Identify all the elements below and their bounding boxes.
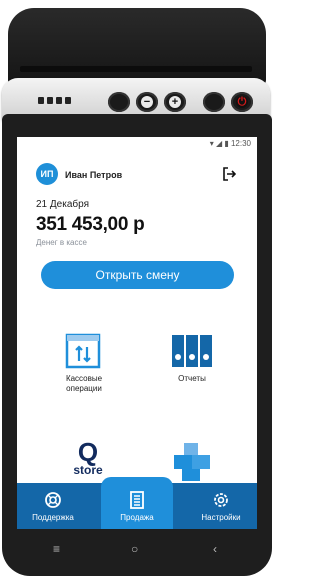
pos-terminal: − + ⏻ ▾ ◢ ▮ 12:30 ИП Иван Петров 21 Дека… [0, 0, 273, 576]
power-button[interactable]: ⏻ [231, 92, 253, 112]
open-shift-button[interactable]: Открыть смену [41, 261, 234, 289]
support-lifebuoy-icon [45, 492, 61, 508]
nav-support[interactable]: Поддержка [17, 483, 89, 529]
balance-amount: 351 453,00 р [36, 214, 145, 235]
bottom-navigation: Поддержка Продажа Настройки [17, 477, 257, 529]
nav-settings[interactable]: Настройки [185, 483, 257, 529]
reports-binders-icon [172, 335, 212, 367]
battery-icon: ▮ [224, 139, 229, 148]
logout-icon[interactable] [222, 167, 237, 181]
user-name: Иван Петров [65, 170, 123, 180]
nav-settings-label: Настройки [201, 513, 241, 522]
volume-up-button[interactable]: + [164, 92, 186, 112]
android-navigation-bar: ≡ ○ ‹ [17, 536, 257, 564]
app-screen: ▾ ◢ ▮ 12:30 ИП Иван Петров 21 Декабря 35… [17, 137, 257, 529]
signal-icon: ◢ [215, 139, 223, 148]
tile-reports-label: Отчеты [178, 374, 206, 383]
tile-cash-operations-label-2: операции [66, 384, 102, 393]
plus-icon: + [169, 96, 181, 108]
printer-housing [8, 8, 266, 86]
camera-button[interactable] [203, 92, 225, 112]
q-store-label: store [73, 463, 103, 477]
tile-cash-operations[interactable]: Кассовые операции [39, 333, 129, 394]
tile-q-store[interactable]: Q store [53, 439, 123, 477]
tile-goods[interactable] [167, 441, 217, 486]
power-icon: ⏻ [236, 96, 248, 108]
volume-down-button[interactable]: − [136, 92, 158, 112]
boxes-icon [174, 443, 210, 481]
nav-sale-label: Продажа [120, 513, 154, 522]
minus-icon: − [141, 96, 153, 108]
printer-paper-slot [20, 66, 252, 72]
nav-support-label: Поддержка [32, 513, 74, 522]
tile-reports[interactable]: Отчеты [157, 333, 227, 384]
balance-date: 21 Декабря [36, 199, 89, 210]
nav-sale[interactable]: Продажа [101, 477, 173, 529]
home-icon[interactable]: ○ [131, 542, 138, 556]
back-icon[interactable]: ‹ [213, 542, 217, 556]
wifi-icon: ▾ [209, 139, 214, 148]
settings-gear-icon [214, 493, 228, 507]
speaker-dots [38, 91, 74, 109]
hardware-button[interactable] [108, 92, 130, 112]
status-bar: ▾ ◢ ▮ 12:30 [17, 137, 257, 150]
tile-cash-operations-label-1: Кассовые [65, 374, 103, 383]
cash-operations-icon [65, 333, 101, 369]
balance-label: Денег в кассе [36, 238, 87, 247]
menu-icon[interactable]: ≡ [53, 542, 60, 556]
avatar[interactable]: ИП [36, 163, 58, 185]
sale-register-icon [130, 491, 144, 509]
q-store-logo: Q [77, 437, 99, 467]
status-time: 12:30 [230, 139, 251, 148]
